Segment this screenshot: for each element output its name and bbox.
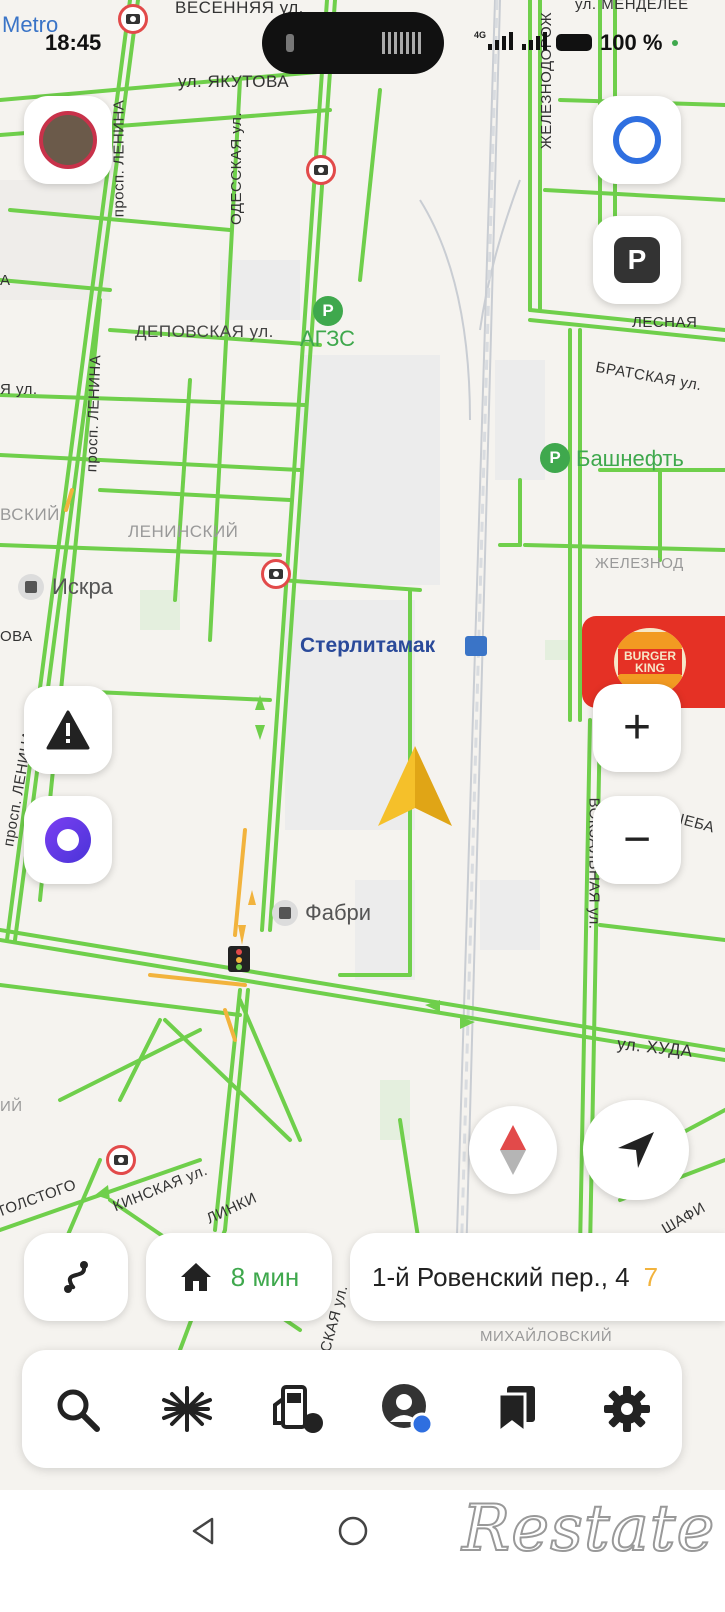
speed-camera-icon[interactable] [261, 559, 291, 589]
gas-station-icon[interactable]: P [540, 443, 570, 473]
poi-label[interactable]: Башнефть [576, 446, 684, 472]
parking-button[interactable]: P [593, 216, 681, 304]
settings-icon [604, 1386, 650, 1432]
alice-icon [45, 817, 91, 863]
battery-percent: 100 % [600, 30, 663, 55]
street-label: А [0, 272, 11, 289]
fuel-icon [273, 1385, 323, 1433]
gas-station-icon[interactable]: P [313, 296, 343, 326]
overview-button[interactable] [152, 1374, 222, 1444]
system-navigation-bar: Restate [0, 1490, 725, 1612]
search-button[interactable] [42, 1374, 112, 1444]
status-time: 18:45 [45, 30, 102, 55]
speed-camera-icon[interactable] [306, 155, 336, 185]
plus-icon: + [622, 701, 652, 754]
search-icon [57, 1389, 100, 1432]
street-label: Я ул. [0, 381, 38, 398]
destination-suffix: 7 [643, 1261, 659, 1292]
bookmarks-icon [497, 1386, 535, 1434]
signal-icon [522, 32, 547, 50]
poi-label[interactable]: Искра [52, 574, 113, 600]
destination-label: 1-й Ровенский пер., 4 [372, 1261, 630, 1292]
signal-icon [488, 32, 513, 50]
street-label: ВСКИЙ [0, 505, 60, 524]
eta-label: 8 мин [230, 1261, 300, 1292]
avatar [39, 111, 97, 169]
battery-icon [556, 34, 592, 51]
poi-label[interactable]: АГЗС [300, 326, 355, 352]
fuel-button[interactable] [262, 1374, 332, 1444]
locate-me-button[interactable] [583, 1100, 689, 1200]
train-station-icon [465, 636, 487, 656]
overview-icon [162, 1386, 212, 1432]
home-nav-icon[interactable] [336, 1514, 370, 1548]
profile-button[interactable] [24, 96, 112, 184]
street-label: ЛЕСНАЯ [632, 314, 698, 331]
settings-button[interactable] [592, 1374, 662, 1444]
street-label: ОДЕССКАЯ ул. [228, 112, 245, 225]
district-label: ЛЕНИНСКИЙ [128, 522, 239, 541]
street-label: ОВА [0, 628, 33, 645]
navigation-arrow-icon [618, 1132, 654, 1168]
warning-icon [46, 710, 90, 750]
profile-tab-button[interactable] [372, 1374, 442, 1444]
dynamic-island [262, 12, 444, 74]
station-label[interactable]: Стерлитамак [300, 634, 435, 658]
voice-assistant-button[interactable] [24, 796, 112, 884]
network-label: 4G [474, 30, 487, 40]
street-label: ЖЕЛЕЗНОД [595, 555, 684, 572]
route-icon [64, 1261, 88, 1293]
report-incident-button[interactable] [24, 686, 112, 774]
poi-label[interactable]: Фабри [305, 900, 371, 926]
compass-icon [500, 1125, 526, 1175]
ring-icon [613, 116, 661, 164]
privacy-dot [672, 40, 678, 46]
zoom-out-button[interactable]: − [593, 796, 681, 884]
parking-icon: P [614, 237, 660, 283]
bottom-toolbar [22, 1350, 682, 1468]
minus-icon: − [622, 813, 652, 866]
street-label: просп. ЛЕНИНА [110, 99, 128, 218]
route-options-button[interactable] [24, 1233, 128, 1321]
street-label: ДЕПОВСКАЯ ул. [135, 322, 274, 341]
current-location-arrow-icon [378, 746, 452, 826]
home-icon [180, 1263, 211, 1291]
destination-button[interactable]: 1-й Ровенский пер., 4 7 [350, 1233, 725, 1321]
watermark: Restate [461, 1491, 716, 1567]
shop-icon[interactable] [272, 900, 298, 926]
street-label: ИЙ [0, 1098, 23, 1115]
zoom-in-button[interactable]: + [593, 684, 681, 772]
status-bar: Metro 18:45 4G 100 % [0, 0, 725, 80]
assistant-button[interactable] [593, 96, 681, 184]
shop-icon[interactable] [18, 574, 44, 600]
back-icon[interactable] [188, 1516, 218, 1546]
compass-button[interactable] [469, 1106, 557, 1194]
bookmarks-button[interactable] [482, 1374, 552, 1444]
street-label: МИХАЙЛОВСКИЙ [480, 1328, 613, 1345]
speed-camera-icon[interactable] [106, 1145, 136, 1175]
profile-icon [382, 1384, 434, 1436]
home-route-button[interactable]: 8 мин [146, 1233, 332, 1321]
